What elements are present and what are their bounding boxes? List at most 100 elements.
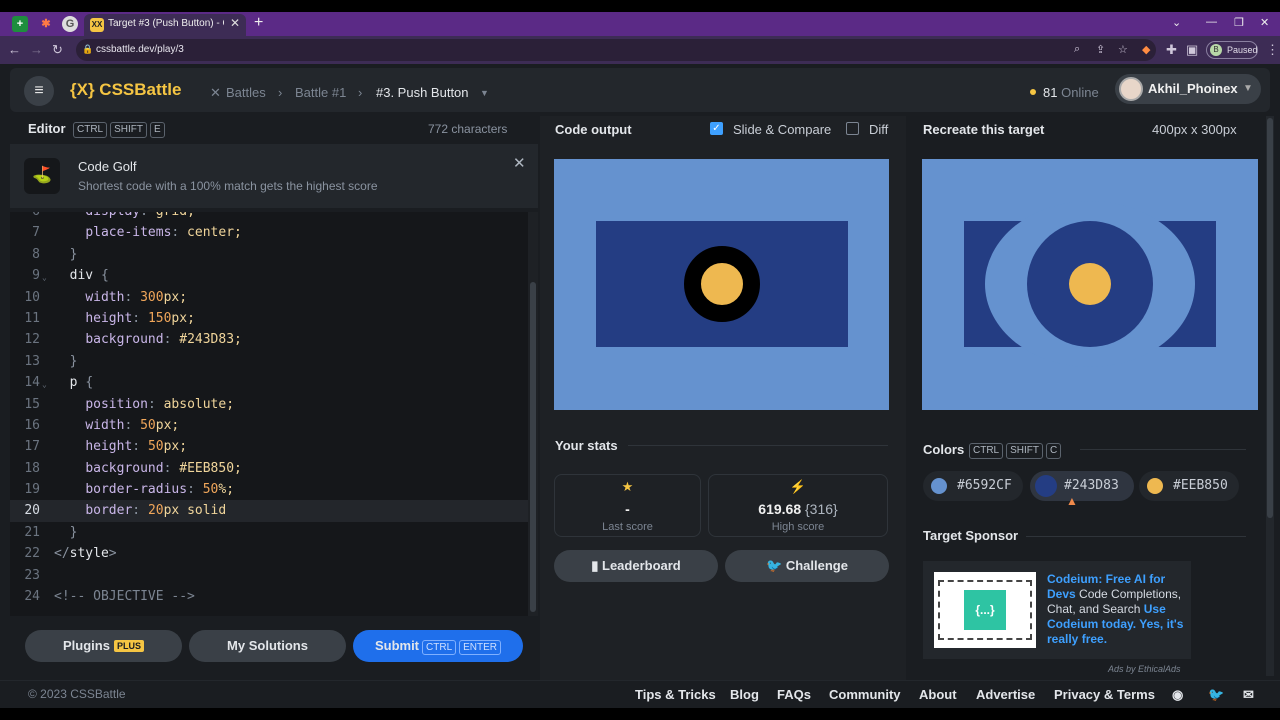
page-scrollbar-thumb[interactable] (1267, 118, 1273, 518)
code-line[interactable]: 24 <!-- OBJECTIVE --> (10, 586, 528, 607)
color-swatch-dark-blue[interactable]: #243D83 (1030, 471, 1134, 501)
user-menu[interactable]: Akhil_Phoinex ▼ (1115, 74, 1261, 104)
code-line[interactable]: 8 } (10, 244, 528, 265)
profile-button[interactable]: B Paused (1206, 41, 1258, 59)
code-line[interactable]: 6 display: grid; (10, 212, 528, 222)
page-scrollbar[interactable] (1266, 116, 1274, 676)
color-dot (1147, 478, 1163, 494)
sidepanel-icon[interactable]: ▣ (1186, 42, 1198, 58)
window-close-icon[interactable]: ✕ (1260, 16, 1269, 29)
extension-icon[interactable]: ◆ (1142, 43, 1150, 56)
code-line[interactable]: 12 background: #243D83; (10, 329, 528, 350)
code-text: background: #243D83; (85, 332, 242, 348)
code-line[interactable]: 20 border: 20px solid (10, 500, 528, 522)
google-tab-icon[interactable]: G (62, 16, 78, 32)
browser-menu-icon[interactable]: ⋮ (1266, 42, 1279, 58)
tab-close-icon[interactable]: ✕ (230, 16, 240, 30)
code-line[interactable]: 21 } (10, 522, 528, 543)
footer-link-faqs[interactable]: FAQs (777, 687, 811, 702)
code-text: position: absolute; (85, 396, 235, 412)
zoom-icon[interactable]: ⌕ (1074, 43, 1080, 56)
code-line[interactable]: 15 position: absolute; (10, 394, 528, 415)
footer-link-advertise[interactable]: Advertise (976, 687, 1035, 702)
line-number: 8 (32, 246, 40, 262)
breadcrumb-current[interactable]: #3. Push Button (376, 85, 469, 100)
colors-shortcut: CTRL SHIFT C (966, 440, 1062, 459)
code-line[interactable]: 19 border-radius: 50%; (10, 479, 528, 500)
leaderboard-button[interactable]: ▮ Leaderboard (554, 550, 718, 582)
tab-search-icon[interactable]: ⌄ (1172, 16, 1181, 29)
code-editor[interactable]: 6 display: grid;7 place-items: center;8 … (10, 212, 528, 616)
fold-chevron-icon[interactable]: ⌄ (42, 374, 47, 395)
cssbattle-logo[interactable]: {X} CSSBattle (70, 80, 181, 100)
last-score-label: Last score (602, 521, 653, 533)
code-line[interactable]: 17 height: 50px; (10, 436, 528, 457)
code-line[interactable]: 16 width: 50px; (10, 415, 528, 436)
code-text: place-items: center; (85, 225, 242, 241)
fold-chevron-icon[interactable]: ⌄ (42, 267, 47, 288)
asterisk-tab-icon[interactable]: ✱ (38, 16, 54, 32)
twitter-icon[interactable]: 🐦 (1208, 687, 1224, 703)
editor-scrollbar[interactable] (528, 212, 538, 616)
breadcrumb-battles[interactable]: Battles (226, 85, 266, 100)
challenge-button[interactable]: 🐦 Challenge (725, 550, 889, 582)
code-line[interactable]: 14 p {⌄ (10, 372, 528, 393)
slide-compare-label: Slide & Compare (733, 122, 832, 137)
extensions-puzzle-icon[interactable]: ✚ (1166, 42, 1177, 58)
new-tab-icon[interactable]: + (254, 14, 263, 32)
code-text: background: #EEB850; (85, 460, 242, 476)
address-bar[interactable]: 🔒 cssbattle.dev/play/3 ⌕ ⇪ ☆ ◆ (76, 39, 1156, 61)
code-line[interactable]: 10 width: 300px; (10, 287, 528, 308)
sheets-tab-icon[interactable]: + (12, 16, 28, 32)
breadcrumb-battle[interactable]: Battle #1 (295, 85, 346, 100)
editor-shortcut: CTRL SHIFT E (70, 119, 165, 138)
chevron-down-icon[interactable]: ▼ (480, 88, 489, 98)
minimize-icon[interactable]: — (1206, 16, 1217, 28)
footer-link-community[interactable]: Community (829, 687, 901, 702)
submit-button[interactable]: Submit CTRL ENTER (353, 630, 523, 662)
plugins-button[interactable]: Plugins PLUS (25, 630, 182, 662)
line-number: 7 (32, 225, 40, 241)
footer-link-tips[interactable]: Tips & Tricks (635, 687, 716, 702)
ads-by-ethicalads[interactable]: Ads by EthicalAds (1108, 664, 1181, 674)
browser-tabstrip: + ✱ G XX Target #3 (Push Button) - CSSBa… (0, 12, 1280, 36)
sponsor-ad[interactable]: {...} Codeium: Free AI for Devs Code Com… (923, 561, 1191, 659)
sponsor-divider (1026, 536, 1246, 537)
discord-icon[interactable]: ◉ (1172, 687, 1183, 703)
code-output-preview[interactable] (554, 159, 889, 410)
target-preview[interactable] (922, 159, 1258, 410)
kbd-c: C (1046, 443, 1062, 459)
mail-icon[interactable]: ✉ (1243, 687, 1254, 703)
forward-icon[interactable]: → (30, 42, 43, 57)
code-line[interactable]: 7 place-items: center; (10, 222, 528, 243)
color-swatch-light-blue[interactable]: #6592CF (923, 471, 1023, 501)
menu-icon[interactable]: ≡ (24, 76, 54, 106)
diff-checkbox[interactable] (846, 122, 859, 135)
close-icon[interactable]: ✕ (513, 154, 526, 172)
footer-link-privacy[interactable]: Privacy & Terms (1054, 687, 1155, 702)
back-icon[interactable]: ← (8, 42, 21, 57)
footer-link-blog[interactable]: Blog (730, 687, 759, 702)
code-line[interactable]: 11 height: 150px; (10, 308, 528, 329)
scrollbar-thumb[interactable] (530, 282, 536, 612)
reload-icon[interactable]: ↻ (52, 42, 63, 58)
profile-avatar: B (1210, 44, 1222, 56)
maximize-icon[interactable]: ❐ (1234, 16, 1244, 29)
line-number: 9 (32, 268, 40, 284)
code-line[interactable]: 23 (10, 565, 528, 586)
code-line[interactable]: 13 } (10, 351, 528, 372)
line-number: 21 (24, 524, 40, 540)
code-line[interactable]: 9 div {⌄ (10, 265, 528, 286)
codeium-ad-image: {...} (934, 572, 1036, 648)
code-line[interactable]: 18 background: #EEB850; (10, 458, 528, 479)
color-swatch-gold[interactable]: #EEB850 (1139, 471, 1239, 501)
kbd-shift: SHIFT (110, 122, 148, 138)
bookmark-star-icon[interactable]: ☆ (1118, 43, 1128, 56)
code-text: } (69, 524, 78, 540)
slide-compare-checkbox[interactable]: ✓ (710, 122, 723, 135)
footer-link-about[interactable]: About (919, 687, 957, 702)
code-line[interactable]: 22 </style> (10, 543, 528, 564)
color-hex: #243D83 (1064, 478, 1119, 493)
share-icon[interactable]: ⇪ (1096, 43, 1105, 56)
my-solutions-button[interactable]: My Solutions (189, 630, 346, 662)
